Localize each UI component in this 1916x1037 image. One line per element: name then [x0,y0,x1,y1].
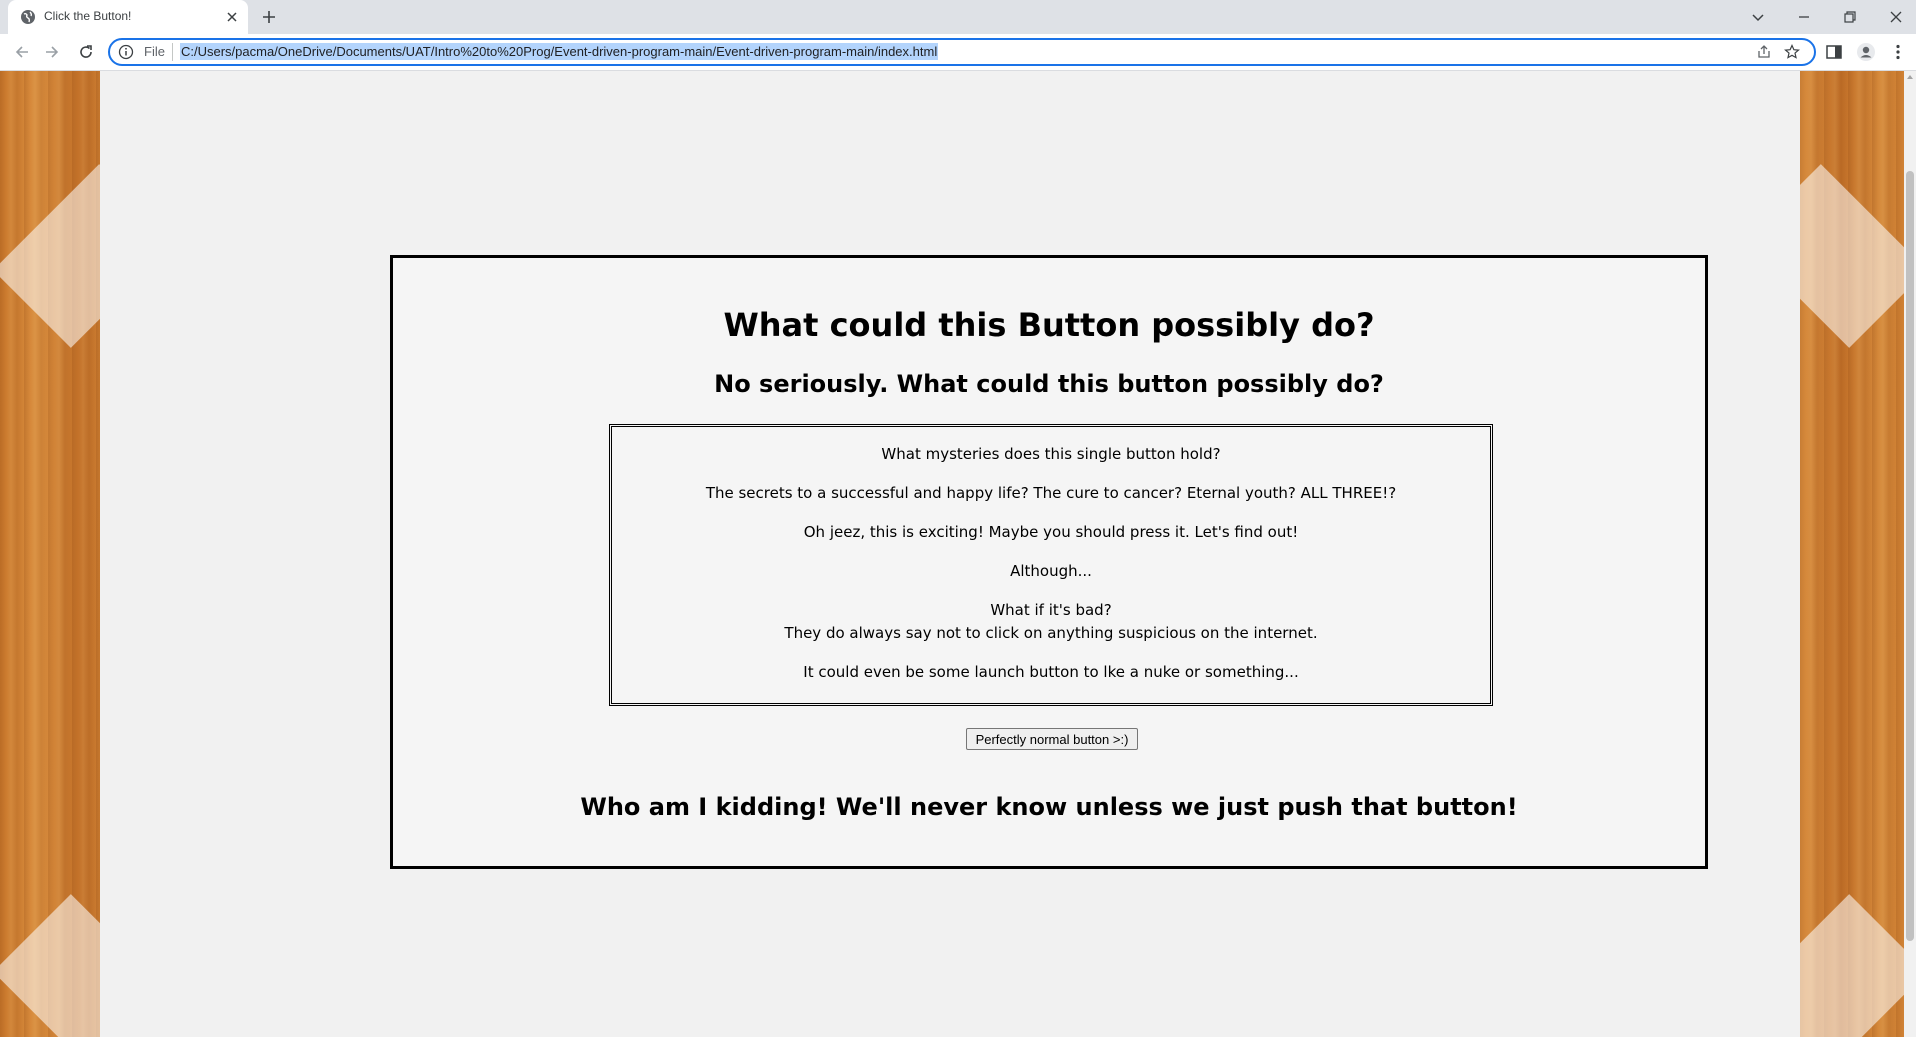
scrollbar-thumb[interactable] [1906,171,1914,941]
paragraph: Although... [1010,562,1092,580]
page-subtitle: No seriously. What could this button pos… [714,370,1384,398]
mystery-text-box: What mysteries does this single button h… [609,424,1493,706]
info-icon[interactable] [118,44,134,60]
scheme-label: File [144,44,165,59]
page-title: What could this Button possibly do? [723,306,1375,344]
browser-titlebar: Click the Button! [0,0,1916,34]
paper-sheet: What could this Button possibly do? No s… [100,71,1800,1037]
scroll-up-arrow-icon[interactable] [1906,73,1914,81]
url-text[interactable]: C:/Users/pacma/OneDrive/Documents/UAT/In… [180,43,939,60]
tab-search-chevron-icon[interactable] [1748,7,1768,27]
profile-icon[interactable] [1856,42,1876,62]
perfectly-normal-button[interactable]: Perfectly normal button >:) [966,728,1138,750]
omnibox-divider [172,43,173,61]
close-window-icon[interactable] [1886,7,1906,27]
side-panel-icon[interactable] [1824,42,1844,62]
browser-toolbar: File C:/Users/pacma/OneDrive/Documents/U… [0,34,1916,71]
plus-icon[interactable] [260,8,278,26]
browser-tab[interactable]: Click the Button! [8,0,248,34]
tab-title: Click the Button! [44,9,132,23]
paragraph: What if it's bad? [990,601,1112,619]
paragraph: Oh jeez, this is exciting! Maybe you sho… [803,523,1299,541]
kebab-menu-icon[interactable] [1888,42,1908,62]
globe-icon [21,10,35,24]
content-card: What could this Button possibly do? No s… [390,255,1708,869]
minimize-icon[interactable] [1794,7,1814,27]
vertical-scrollbar[interactable] [1904,71,1916,1037]
close-icon[interactable] [224,9,240,25]
star-icon[interactable] [1784,44,1800,60]
address-bar[interactable]: File C:/Users/pacma/OneDrive/Documents/U… [108,38,1816,66]
footer-heading: Who am I kidding! We'll never know unles… [580,793,1518,821]
paragraph: The secrets to a successful and happy li… [705,484,1397,502]
paragraph: What mysteries does this single button h… [881,445,1221,463]
arrow-left-icon[interactable] [12,42,32,62]
arrow-right-icon[interactable] [42,42,62,62]
page-viewport: What could this Button possibly do? No s… [0,71,1904,1037]
paragraph: They do always say not to click on anyth… [784,624,1318,642]
reload-icon[interactable] [76,42,96,62]
paragraph: It could even be some launch button to l… [803,663,1299,681]
restore-icon[interactable] [1840,7,1860,27]
share-icon[interactable] [1756,44,1772,60]
